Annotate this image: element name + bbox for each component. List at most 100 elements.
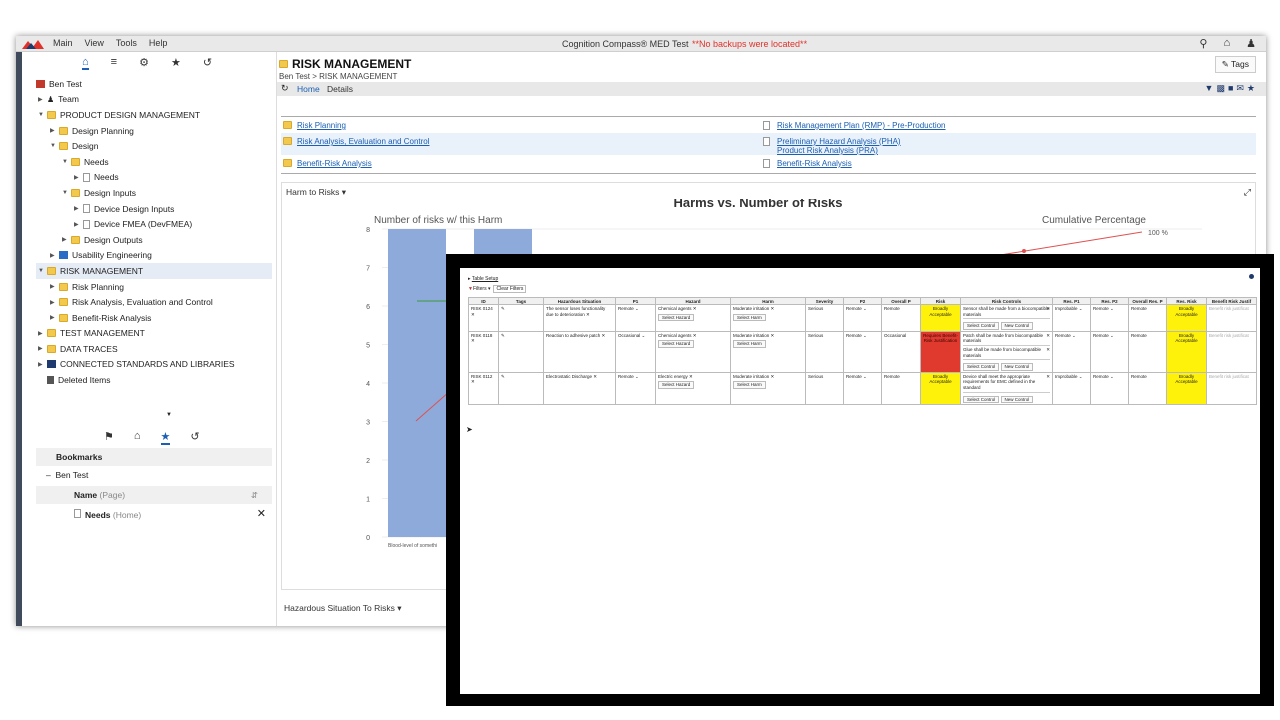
expand-icon[interactable]: ⤢ xyxy=(1244,187,1251,198)
risk-id[interactable]: RISK 0112 ✕ xyxy=(468,371,499,406)
collapse-arrow-icon[interactable]: ▼ xyxy=(166,412,172,418)
home-icon[interactable]: ⌂ xyxy=(134,430,141,445)
justification-cell[interactable]: Benefit risk justificat xyxy=(1206,371,1257,406)
bookmark-user[interactable]: – Ben Test xyxy=(36,468,272,482)
risk-control[interactable]: Device shall meet the appropriate requir… xyxy=(963,374,1050,393)
new-control-button[interactable]: New Control xyxy=(1000,363,1034,371)
settings-icon[interactable]: ⚙ xyxy=(139,56,149,70)
caret-right-icon[interactable]: ▶ xyxy=(74,205,83,212)
select-control-button[interactable]: Select Control xyxy=(963,395,1000,404)
risk-control[interactable]: Sensor shall be made from a biocompatibl… xyxy=(963,306,1050,320)
select-control-button[interactable]: Select Control xyxy=(963,322,1000,330)
filters-toggle[interactable]: ▼Filters ▾ xyxy=(468,286,490,292)
column-header[interactable]: P2 xyxy=(843,297,882,305)
tree-item[interactable]: Deleted Items xyxy=(36,372,272,388)
caret-right-icon[interactable]: ▶ xyxy=(38,96,47,103)
select-hazard-button[interactable]: Select Hazard xyxy=(658,313,695,322)
new-control-button[interactable]: New Control xyxy=(1000,322,1034,330)
bookmark-column-header[interactable]: Name (Page) ⇵ xyxy=(36,486,272,504)
edit-tag-icon[interactable]: ✎ xyxy=(501,306,505,311)
caret-down-icon[interactable]: ▼ xyxy=(50,143,59,149)
p2-select[interactable]: Remote ⌄ xyxy=(843,330,882,373)
tree-item[interactable]: ▶ Design Planning xyxy=(36,123,272,139)
link-benefit-risk-doc[interactable]: Benefit-Risk Analysis xyxy=(777,159,852,168)
tags-button[interactable]: ✎ Tags xyxy=(1214,56,1256,73)
tags-cell[interactable]: ✎ xyxy=(498,371,544,406)
tree-item[interactable]: ▶ Needs xyxy=(36,170,272,186)
menu-item[interactable]: Main xyxy=(53,38,73,48)
column-header[interactable]: Severity xyxy=(805,297,844,305)
menu-item[interactable]: Help xyxy=(149,38,168,48)
caret-right-icon[interactable]: ▶ xyxy=(74,174,83,181)
hazard-cell[interactable]: Chemical agents ✕ Select Hazard xyxy=(655,330,731,373)
risk-control[interactable]: Glue shall be made from biocompatible ma… xyxy=(963,347,1050,361)
p1-select[interactable]: Remote ⌄ xyxy=(615,304,656,332)
res-p2-select[interactable]: Remote ⌄ xyxy=(1090,304,1129,332)
column-header[interactable]: Overall Res. P xyxy=(1128,297,1167,305)
tab-details[interactable]: Details xyxy=(327,84,353,94)
table-row[interactable]: RISK 0112 ✕ ✎ Electrostatic Discharge ✕ … xyxy=(468,371,1257,406)
column-header[interactable]: Res. P1 xyxy=(1052,297,1091,305)
column-header[interactable]: Hazardous Situation xyxy=(543,297,616,305)
remove-control-icon[interactable]: ✕ xyxy=(1046,347,1050,353)
risk-controls-cell[interactable]: Sensor shall be made from a biocompatibl… xyxy=(960,304,1053,332)
table-row[interactable]: RISK 0124 ✕ ✎ The sensor loses functiona… xyxy=(468,304,1257,332)
hazardous-situation-cell[interactable]: The sensor loses functionality due to de… xyxy=(543,304,616,332)
res-p2-select[interactable]: Remote ⌄ xyxy=(1090,371,1129,406)
tree-item[interactable]: ▼ Design xyxy=(36,138,272,154)
link-pha[interactable]: Preliminary Hazard Analysis (PHA) xyxy=(777,137,901,146)
history-icon[interactable]: ↺ xyxy=(203,56,212,70)
severity-cell[interactable]: Serious xyxy=(805,371,844,406)
caret-right-icon[interactable]: ▶ xyxy=(50,127,59,134)
res-p2-select[interactable]: Remote ⌄ xyxy=(1090,330,1129,373)
column-header[interactable]: Hazard xyxy=(655,297,731,305)
menu-item[interactable]: View xyxy=(85,38,104,48)
tree-item[interactable]: ▶ ♟ Team xyxy=(36,92,272,108)
remove-control-icon[interactable]: ✕ xyxy=(1046,333,1050,339)
risk-id[interactable]: RISK 0118 ✕ xyxy=(468,330,499,373)
select-harm-button[interactable]: Select Harm xyxy=(733,313,766,322)
caret-right-icon[interactable]: ▶ xyxy=(50,283,59,290)
risk-controls-cell[interactable]: Patch shall be made from biocompatible m… xyxy=(960,330,1053,373)
caret-down-icon[interactable]: ▼ xyxy=(38,268,47,274)
crumb-root[interactable]: Ben Test xyxy=(279,72,310,81)
column-header[interactable]: Benefit Risk Justif xyxy=(1206,297,1257,305)
caret-down-icon[interactable]: ▼ xyxy=(62,190,71,196)
tree-item[interactable]: ▼ RISK MANAGEMENT xyxy=(36,263,272,279)
select-harm-button[interactable]: Select Harm xyxy=(733,340,766,348)
home-tab-icon[interactable]: ⌂ xyxy=(82,56,89,70)
link-risk-analysis[interactable]: Risk Analysis, Evaluation and Control xyxy=(297,137,430,146)
severity-cell[interactable]: Serious xyxy=(805,304,844,332)
link-pra[interactable]: Product Risk Analysis (PRA) xyxy=(777,146,878,155)
hazardous-situation-cell[interactable]: Electrostatic Discharge ✕ xyxy=(543,371,616,406)
res-p1-select[interactable]: Remote ⌄ xyxy=(1052,330,1091,373)
hazard-cell[interactable]: Electric energy ✕ Select Hazard xyxy=(655,371,731,406)
justification-cell[interactable]: Benefit risk justificat xyxy=(1206,304,1257,332)
select-harm-button[interactable]: Select Harm xyxy=(733,381,766,389)
column-header[interactable]: P1 xyxy=(615,297,656,305)
hierarchy-icon[interactable]: ≡ xyxy=(111,56,117,70)
table-setup-link[interactable]: ▸ Table Setup xyxy=(468,276,498,282)
table-row[interactable]: RISK 0118 ✕ ✎ Reaction to adhesive patch… xyxy=(468,330,1257,373)
tree-item[interactable]: ▶ CONNECTED STANDARDS AND LIBRARIES xyxy=(36,357,272,373)
select-control-button[interactable]: Select Control xyxy=(963,363,1000,371)
link-rmp[interactable]: Risk Management Plan (RMP) - Pre-Product… xyxy=(777,121,946,130)
tree-item[interactable]: ▶ Usability Engineering xyxy=(36,248,272,264)
select-hazard-button[interactable]: Select Hazard xyxy=(658,381,695,389)
p2-select[interactable]: Remote ⌄ xyxy=(843,371,882,406)
link-benefit-risk[interactable]: Benefit-Risk Analysis xyxy=(297,159,372,168)
tree-item[interactable]: ▶ Risk Analysis, Evaluation and Control xyxy=(36,294,272,310)
star-icon[interactable]: ★ xyxy=(171,56,181,70)
risk-control[interactable]: Patch shall be made from biocompatible m… xyxy=(963,333,1050,346)
caret-right-icon[interactable]: ▶ xyxy=(50,252,59,259)
home-icon[interactable]: ⌂ xyxy=(1223,37,1230,50)
tree-item[interactable]: ▶ Risk Planning xyxy=(36,279,272,295)
tags-cell[interactable]: ✎ xyxy=(498,304,544,332)
select-hazard-button[interactable]: Select Hazard xyxy=(658,340,695,348)
column-header[interactable]: Harm xyxy=(730,297,806,305)
toolbar-icons[interactable]: ▼▩■✉★ xyxy=(1205,83,1258,94)
p2-select[interactable]: Remote ⌄ xyxy=(843,304,882,332)
collapse-strip[interactable] xyxy=(16,52,22,626)
severity-cell[interactable]: Serious xyxy=(805,330,844,373)
caret-down-icon[interactable]: ▼ xyxy=(62,159,71,165)
